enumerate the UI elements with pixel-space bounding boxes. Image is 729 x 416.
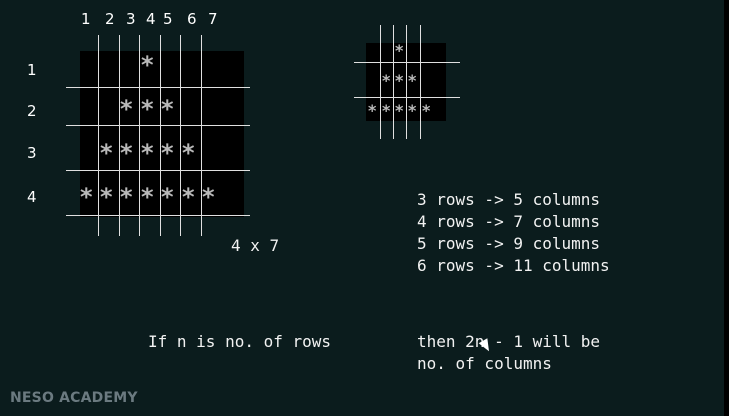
star: *	[100, 183, 113, 211]
right-edge-strip	[724, 0, 729, 416]
row-label: 2	[27, 102, 37, 120]
star: *	[141, 95, 154, 123]
grid-line	[180, 35, 181, 236]
column-label: 7	[208, 10, 218, 28]
star: *	[141, 139, 154, 167]
grid-line	[380, 25, 381, 139]
grid-line	[354, 97, 460, 98]
column-label: 5	[163, 10, 173, 28]
column-label: 3	[126, 10, 136, 28]
star: *	[182, 139, 195, 167]
star: *	[382, 101, 391, 120]
formula-result-line2: no. of columns	[417, 354, 552, 373]
row-label: 4	[27, 188, 37, 206]
star: *	[202, 183, 215, 211]
column-label: 2	[105, 10, 115, 28]
star: *	[382, 71, 391, 90]
row-label: 3	[27, 144, 37, 162]
star: *	[80, 183, 93, 211]
star: *	[161, 95, 174, 123]
star: *	[408, 71, 417, 90]
grid-line	[420, 25, 421, 139]
column-label: 4	[146, 10, 156, 28]
star: *	[368, 101, 377, 120]
star: *	[395, 41, 404, 60]
grid-line	[98, 35, 99, 236]
column-label: 1	[81, 10, 91, 28]
grid-line	[66, 125, 250, 126]
grid-line	[66, 170, 250, 171]
grid-line	[139, 35, 140, 236]
star: *	[141, 183, 154, 211]
rule-line: 5 rows -> 9 columns	[417, 234, 601, 253]
grid-line	[393, 25, 394, 139]
star: *	[100, 139, 113, 167]
column-label: 6	[187, 10, 197, 28]
star: *	[120, 183, 133, 211]
grid-line	[406, 25, 407, 139]
star: *	[161, 139, 174, 167]
rule-line: 6 rows -> 11 columns	[417, 256, 610, 275]
star: *	[120, 139, 133, 167]
watermark-logo: NESO ACADEMY	[10, 390, 138, 406]
grid-line	[66, 215, 250, 216]
star: *	[395, 101, 404, 120]
rule-line: 4 rows -> 7 columns	[417, 212, 601, 231]
star: *	[408, 101, 417, 120]
grid-line	[354, 62, 460, 63]
row-label: 1	[27, 61, 37, 79]
star: *	[141, 51, 154, 79]
rule-line: 3 rows -> 5 columns	[417, 190, 601, 209]
star: *	[422, 101, 431, 120]
star: *	[395, 71, 404, 90]
formula-result-line1: then 2n - 1 will be	[417, 332, 601, 351]
dimension-label: 4 x 7	[231, 236, 280, 255]
star: *	[182, 183, 195, 211]
star: *	[120, 95, 133, 123]
grid-line	[66, 87, 250, 88]
formula-condition: If n is no. of rows	[148, 332, 332, 351]
star: *	[161, 183, 174, 211]
